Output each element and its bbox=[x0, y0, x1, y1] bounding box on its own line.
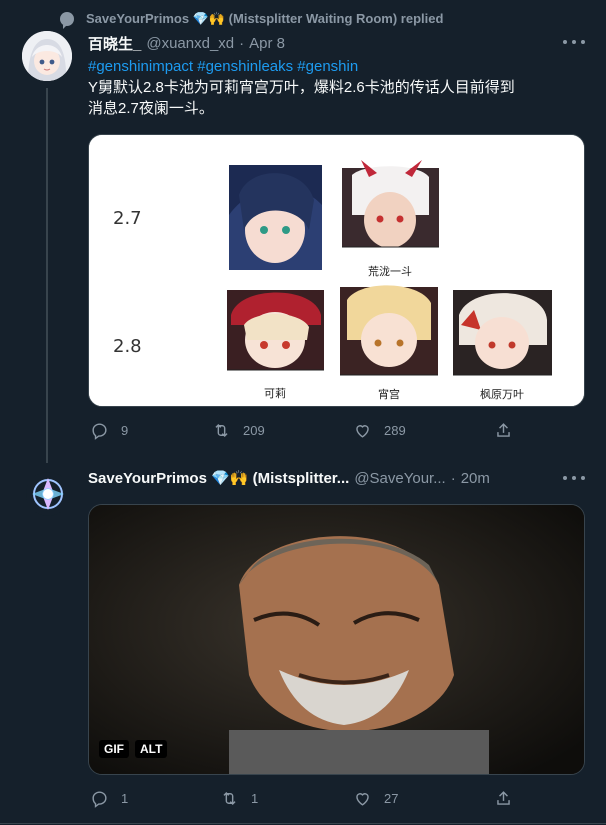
yelan-card bbox=[229, 165, 322, 270]
tweet-date[interactable]: Apr 8 bbox=[249, 35, 285, 52]
like-count-2: 27 bbox=[384, 791, 399, 806]
speech-bubble-icon bbox=[60, 12, 74, 29]
share-button-2[interactable] bbox=[494, 789, 513, 808]
itto-caption: 荒泷一斗 bbox=[368, 265, 412, 278]
hashtags[interactable]: #genshinimpact #genshinleaks #genshin bbox=[88, 56, 588, 77]
heart-icon bbox=[356, 425, 369, 438]
gif-badge: GIF bbox=[99, 740, 129, 758]
reply-context-text: SaveYourPrimos 💎🙌 (Mistsplitter Waiting … bbox=[86, 11, 444, 26]
more-icon[interactable] bbox=[563, 37, 585, 47]
itto-card bbox=[342, 160, 439, 267]
alt-badge[interactable]: ALT bbox=[135, 740, 168, 758]
klee-caption: 可莉 bbox=[264, 387, 286, 400]
tweet-text-line1: Y舅默认2.8卡池为可莉宵宫万叶，爆料2.6卡池的传话人目前得到 bbox=[88, 79, 515, 96]
more-icon-2[interactable] bbox=[563, 473, 585, 483]
user-handle-2[interactable]: @SaveYour... bbox=[354, 470, 445, 487]
tweet-time[interactable]: 20m bbox=[461, 470, 490, 487]
gif-badges: GIF ALT bbox=[99, 740, 168, 758]
share-icon bbox=[497, 423, 510, 437]
tweet-actions: 9 209 289 bbox=[0, 420, 606, 442]
version-label-28: 2.8 bbox=[113, 336, 142, 357]
user-handle[interactable]: @xuanxd_xd bbox=[146, 35, 234, 52]
share-icon bbox=[497, 791, 510, 805]
version-label-27: 2.7 bbox=[113, 208, 142, 229]
display-name[interactable]: 百晓生_ bbox=[88, 33, 141, 54]
like-button-2[interactable]: 27 bbox=[353, 789, 398, 808]
retweet-count-2: 1 bbox=[251, 791, 259, 806]
reply-icon bbox=[92, 423, 107, 440]
tweet-text: #genshinimpact #genshinleaks #genshin Y舅… bbox=[88, 56, 588, 119]
tweet-gif[interactable]: GIF ALT bbox=[88, 504, 585, 775]
character-banner-image: 荒泷一斗 可莉 宵宫 枫原万叶 2.7 2.8 bbox=[89, 135, 584, 406]
thread-line bbox=[46, 88, 48, 463]
bottom-divider bbox=[0, 823, 606, 824]
reply-count-2: 1 bbox=[121, 791, 129, 806]
crystal-avatar-icon bbox=[32, 478, 64, 510]
avatar[interactable] bbox=[22, 31, 72, 81]
tweet-text-line2: 消息2.7夜阑一斗。 bbox=[88, 100, 214, 117]
reply-button[interactable]: 9 bbox=[90, 421, 128, 440]
yoimiya-caption: 宵宫 bbox=[378, 387, 400, 401]
klee-card bbox=[227, 290, 324, 400]
separator-dot-2: · bbox=[450, 469, 456, 487]
heart-icon bbox=[356, 793, 369, 806]
like-count: 289 bbox=[384, 423, 406, 438]
share-button[interactable] bbox=[494, 421, 513, 440]
retweet-icon bbox=[223, 791, 236, 806]
retweet-button[interactable]: 209 bbox=[212, 421, 265, 440]
avatar-saveyourprimos[interactable] bbox=[26, 472, 70, 516]
yoimiya-card bbox=[340, 285, 438, 400]
retweet-icon bbox=[215, 423, 228, 438]
reply-icon bbox=[92, 791, 107, 808]
gif-frame-image bbox=[89, 505, 584, 774]
retweet-button-2[interactable]: 1 bbox=[220, 789, 258, 808]
tweet-image[interactable]: 荒泷一斗 可莉 宵宫 枫原万叶 2.7 2.8 bbox=[88, 134, 585, 407]
reply-button-2[interactable]: 1 bbox=[90, 789, 128, 808]
separator-dot: · bbox=[239, 34, 245, 52]
reply-count: 9 bbox=[121, 423, 129, 438]
kazuha-caption: 枫原万叶 bbox=[480, 387, 524, 401]
like-button[interactable]: 289 bbox=[353, 421, 406, 440]
tweet-header: 百晓生_ @xuanxd_xd · Apr 8 bbox=[88, 32, 285, 54]
tweet-actions-2: 1 1 27 bbox=[0, 788, 606, 810]
tweet-header-2: SaveYourPrimos 💎🙌 (Mistsplitter... @Save… bbox=[88, 467, 490, 489]
reply-context[interactable]: SaveYourPrimos 💎🙌 (Mistsplitter Waiting … bbox=[60, 8, 443, 30]
kazuha-card bbox=[453, 290, 552, 400]
display-name-2[interactable]: SaveYourPrimos 💎🙌 (Mistsplitter... bbox=[88, 469, 349, 487]
anime-avatar-icon bbox=[22, 31, 72, 81]
retweet-count: 209 bbox=[243, 423, 265, 438]
